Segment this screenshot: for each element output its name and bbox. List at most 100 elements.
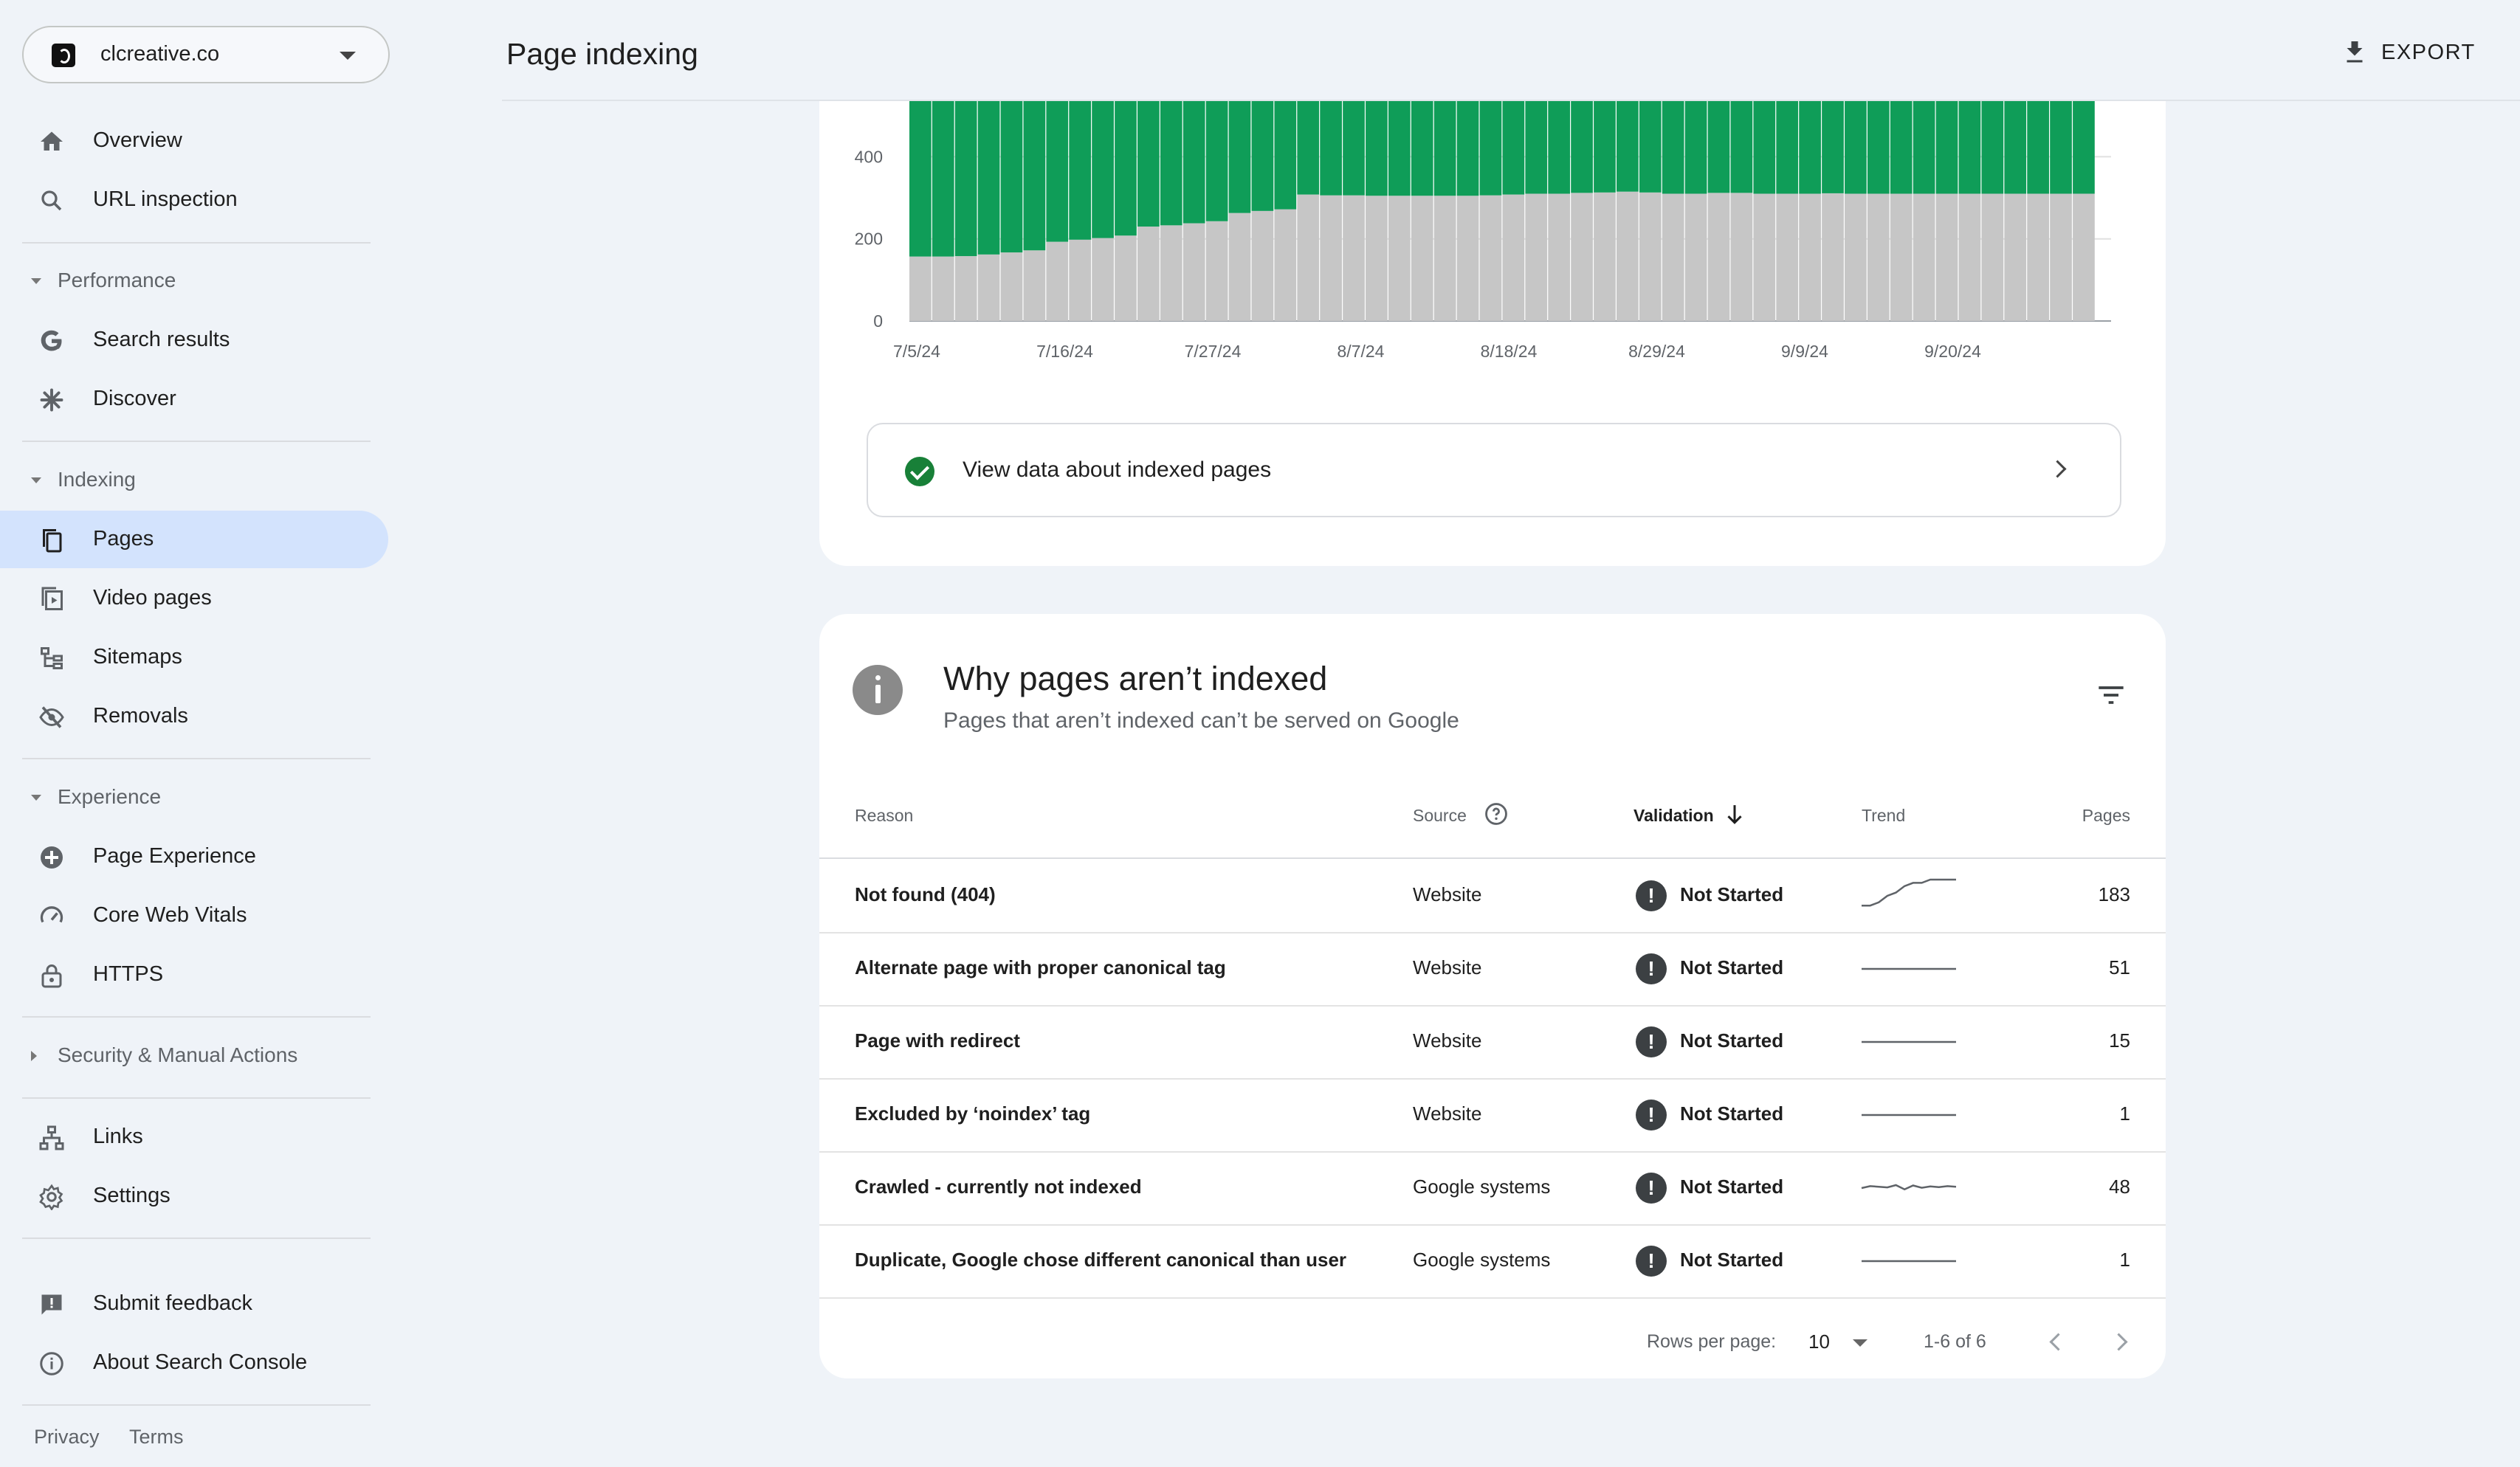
nav-pages[interactable]: Pages xyxy=(0,511,388,568)
row-pages-count: 48 xyxy=(2109,1176,2130,1198)
bar-not-indexed xyxy=(2027,193,2049,321)
nav-https[interactable]: HTTPS xyxy=(0,946,388,1004)
bar-not-indexed xyxy=(1092,238,1114,321)
view-data-label: View data about indexed pages xyxy=(963,458,1272,482)
bar-not-indexed xyxy=(1639,192,1662,321)
nav-search-results[interactable]: Search results xyxy=(0,311,388,369)
bar-not-indexed xyxy=(1867,193,1890,321)
property-selector[interactable]: clcreative.co xyxy=(22,26,390,83)
row-reason: Not found (404) xyxy=(855,883,996,905)
table-row[interactable]: Duplicate, Google chose different canoni… xyxy=(819,1224,2166,1299)
bar-indexed xyxy=(1366,101,1388,196)
divider xyxy=(22,242,371,244)
nav-page-experience[interactable]: Page Experience xyxy=(0,828,388,886)
section-title: Security & Manual Actions xyxy=(58,1043,298,1066)
bar-indexed xyxy=(1594,101,1616,193)
filter-icon[interactable] xyxy=(2096,684,2126,706)
bar-indexed xyxy=(1433,101,1456,196)
sitemap-icon xyxy=(41,647,63,669)
col-header-reason[interactable]: Reason xyxy=(855,806,913,826)
privacy-link[interactable]: Privacy xyxy=(34,1426,100,1449)
dropdown-caret-icon xyxy=(340,52,356,60)
links-icon xyxy=(39,1125,64,1150)
terms-link[interactable]: Terms xyxy=(129,1426,184,1449)
home-icon xyxy=(41,131,63,151)
warning-icon: ! xyxy=(1636,1026,1667,1057)
nav-label: Sitemaps xyxy=(93,645,182,669)
help-icon[interactable] xyxy=(1484,801,1509,826)
bar-indexed xyxy=(1890,101,1913,194)
bar-indexed xyxy=(1684,101,1707,194)
download-icon xyxy=(2347,41,2363,63)
bar-indexed xyxy=(1411,101,1433,196)
nav-submit-feedback[interactable]: Submit feedback xyxy=(0,1275,388,1333)
bar-not-indexed xyxy=(2050,193,2072,321)
nav-removals[interactable]: Removals xyxy=(0,688,388,745)
bar-indexed xyxy=(2027,101,2049,194)
nav-overview[interactable]: Overview xyxy=(0,112,388,170)
bar-not-indexed xyxy=(1913,193,1935,321)
bar-not-indexed xyxy=(932,256,954,321)
nav-links[interactable]: Links xyxy=(0,1108,388,1166)
bar-not-indexed xyxy=(1000,252,1023,321)
trend-sparkline xyxy=(1862,1114,1956,1116)
bar-indexed xyxy=(1548,101,1571,194)
eye-off-icon xyxy=(39,706,64,728)
view-indexed-pages-link[interactable]: View data about indexed pages xyxy=(867,423,2121,517)
bar-indexed xyxy=(1479,101,1502,196)
nav-label: Search results xyxy=(93,328,230,351)
row-pages-count: 51 xyxy=(2109,956,2130,978)
page-range: 1-6 of 6 xyxy=(1924,1331,1986,1352)
bar-not-indexed xyxy=(1479,195,1502,321)
bar-not-indexed xyxy=(1662,193,1684,321)
nav-label: Pages xyxy=(93,527,154,550)
table-row[interactable]: Crawled - currently not indexed Google sy… xyxy=(819,1151,2166,1226)
next-page-icon[interactable] xyxy=(2110,1333,2128,1351)
nav-label: Overview xyxy=(93,128,182,152)
row-pages-count: 1 xyxy=(2119,1102,2130,1125)
info-icon xyxy=(40,1352,63,1375)
rows-per-page-select[interactable]: 10 xyxy=(1808,1330,1830,1353)
bar-indexed xyxy=(1639,101,1662,193)
indexing-chart-card: 0 200 400 7/5/24 7/16/24 7/27/24 8/7/24 8/18/2… xyxy=(819,101,2166,566)
nav-settings[interactable]: Settings xyxy=(0,1167,388,1225)
plus-circle-icon xyxy=(41,846,63,869)
table-row[interactable]: Alternate page with proper canonical tag… xyxy=(819,932,2166,1007)
nav-video-pages[interactable]: Video pages xyxy=(0,570,388,627)
rows-per-page-label: Rows per page: xyxy=(1647,1331,1777,1352)
nav-url-inspection[interactable]: URL inspection xyxy=(0,171,388,229)
col-header-pages[interactable]: Pages xyxy=(2082,806,2130,826)
divider xyxy=(22,1097,371,1099)
divider xyxy=(22,1404,371,1406)
bar-not-indexed xyxy=(1776,193,1799,321)
bar-indexed xyxy=(1046,101,1069,242)
previous-page-icon[interactable] xyxy=(2049,1333,2068,1351)
nav-sitemaps[interactable]: Sitemaps xyxy=(0,629,388,686)
sort-arrow-down-icon[interactable] xyxy=(1725,804,1744,826)
col-header-validation[interactable]: Validation xyxy=(1633,806,1714,826)
section-caret-icon xyxy=(31,795,41,801)
lock-icon xyxy=(41,964,62,988)
bar-indexed xyxy=(1981,101,2004,194)
section-title: Experience xyxy=(58,785,162,808)
rows-dropdown-caret-icon[interactable] xyxy=(1853,1339,1867,1347)
nav-label: Removals xyxy=(93,704,188,728)
bar-indexed xyxy=(2073,101,2095,194)
table-row[interactable]: Excluded by ‘noindex’ tag Website! Not Sta… xyxy=(819,1078,2166,1153)
row-source: Website xyxy=(1413,1029,1482,1052)
export-button[interactable]: EXPORT xyxy=(2341,34,2476,71)
nav-about[interactable]: About Search Console xyxy=(0,1334,388,1392)
table-row[interactable]: Page with redirect Website! Not Started 15 xyxy=(819,1005,2166,1080)
bar-indexed xyxy=(1867,101,1890,194)
nav-core-web-vitals[interactable]: Core Web Vitals xyxy=(0,887,388,945)
bar-not-indexed xyxy=(1684,193,1707,321)
nav-label: Discover xyxy=(93,387,176,410)
video-pages-icon xyxy=(41,587,63,610)
bar-indexed xyxy=(954,101,977,257)
bar-not-indexed xyxy=(1023,250,1046,321)
col-header-source[interactable]: Source xyxy=(1413,806,1467,826)
bar-indexed xyxy=(909,101,932,257)
nav-discover[interactable]: Discover xyxy=(0,370,388,428)
bar-indexed xyxy=(1753,101,1776,194)
table-row[interactable]: Not found (404) Website! Not Started 183 xyxy=(819,859,2166,933)
